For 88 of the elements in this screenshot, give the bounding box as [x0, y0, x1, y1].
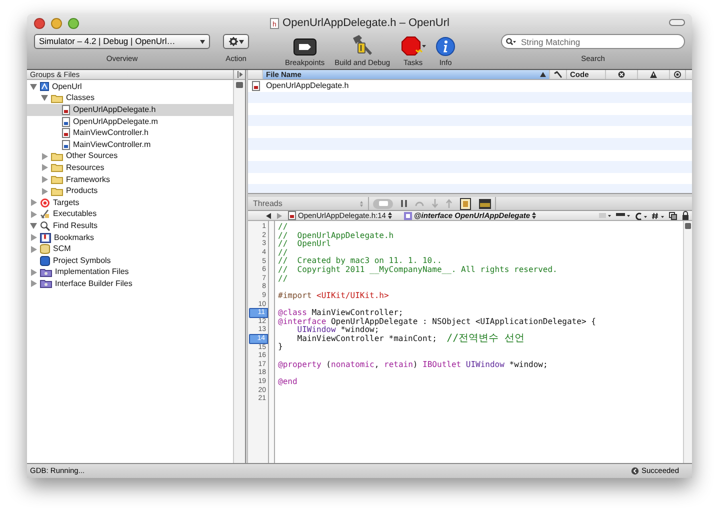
- counterparts-icon[interactable]: [669, 212, 677, 220]
- sort-arrow-icon: [540, 72, 546, 77]
- code-line: @class MainViewController;: [278, 308, 404, 317]
- source-file-icon: [62, 140, 70, 150]
- code-line: // Copyright 2011 __MyCompanyName__. All rights reserved.: [278, 266, 558, 275]
- header-file-icon: [62, 128, 70, 138]
- code-line: @interface OpenUrlAppDelegate : NSObject <UIApplicationDelegate> {: [278, 318, 596, 326]
- tree-item[interactable]: Frameworks: [27, 174, 233, 186]
- database-icon: [40, 244, 50, 254]
- tree-item[interactable]: Bookmarks: [27, 232, 233, 244]
- code-line: }: [278, 343, 283, 352]
- file-name-cell[interactable]: OpenUrlAppDelegate.h: [263, 80, 349, 92]
- caret-icon: [200, 40, 205, 44]
- code-line: @end: [278, 378, 298, 386]
- tree-item[interactable]: OpenUrl: [27, 81, 233, 93]
- tree-item[interactable]: OpenUrlAppDelegate.h: [27, 104, 233, 116]
- tree-item[interactable]: MainViewController.m: [27, 138, 233, 151]
- tree-item[interactable]: OpenUrlAppDelegate.m: [27, 116, 233, 128]
- tree-item[interactable]: Find Results: [27, 220, 233, 232]
- target-icon: [674, 71, 681, 78]
- back-arrow-icon[interactable]: [266, 212, 271, 218]
- scroll-bar-button[interactable]: [685, 223, 691, 229]
- code-line: @property (nonatomic, retain) IBOutlet UIWindow *window;: [278, 360, 548, 370]
- code-line: // OpenUrlAppDelegate.h: [278, 232, 394, 240]
- target-icon: [40, 198, 50, 208]
- toolbar-toggle-button[interactable]: [669, 19, 685, 26]
- caret-icon: [238, 40, 244, 44]
- warning-icon: [650, 71, 657, 78]
- tree-item[interactable]: Project Symbols: [27, 254, 233, 266]
- stepper-icon: [532, 212, 536, 219]
- code-line: // Created by mac3 on 11. 1. 10..: [278, 257, 442, 266]
- tree-item[interactable]: Executables: [27, 208, 233, 220]
- forward-arrow-icon[interactable]: [277, 212, 282, 218]
- minimize-button[interactable]: [51, 18, 62, 29]
- tree-item[interactable]: Interface Builder Files: [27, 278, 233, 290]
- tree-item[interactable]: Implementation Files: [27, 266, 233, 278]
- include-menu-icon[interactable]: [652, 212, 664, 220]
- code-line: //: [278, 248, 288, 257]
- tools-icon: [40, 209, 50, 220]
- header-file-icon: [62, 104, 70, 115]
- tree-item[interactable]: Targets: [27, 196, 233, 209]
- folder-icon: [51, 186, 63, 196]
- hammer-icon: [554, 71, 562, 78]
- info-icon: [436, 34, 456, 56]
- tree-item[interactable]: Resources: [27, 162, 233, 174]
- code-line: // OpenUrl: [278, 240, 331, 249]
- folder-icon: [51, 152, 63, 161]
- code-line: //: [278, 274, 288, 284]
- tree-item[interactable]: Classes: [27, 92, 233, 104]
- stepper-icon: [360, 200, 363, 206]
- stepper-icon: [388, 212, 392, 219]
- bookmark-menu-icon[interactable]: [599, 212, 611, 219]
- scroll-bar-button[interactable]: [236, 82, 243, 88]
- window-title: OpenUrlAppDelegate.h – OpenUrl: [282, 16, 450, 31]
- code-line: #import <UIKit/UIKit.h>: [278, 292, 389, 300]
- code-line: UIWindow *window;: [297, 326, 380, 334]
- stop-sign-icon: [400, 34, 426, 56]
- breakpoint-menu-icon[interactable]: [616, 212, 630, 219]
- project-icon: [40, 82, 49, 92]
- pause-icon[interactable]: [401, 200, 407, 207]
- folder-icon: [51, 175, 63, 184]
- tree-item[interactable]: SCM: [27, 243, 233, 255]
- folder-icon: [51, 163, 63, 172]
- class-menu-icon[interactable]: [635, 212, 647, 220]
- smart-folder-icon: [40, 268, 52, 277]
- tree-item[interactable]: Other Sources: [27, 150, 233, 162]
- lock-icon[interactable]: [682, 211, 689, 220]
- source-file-icon: [62, 116, 70, 127]
- scheme-popup[interactable]: Simulator – 4.2 | Debug | OpenUrl…: [34, 34, 210, 49]
- cube-icon: [40, 256, 50, 266]
- book-icon: [40, 232, 51, 243]
- search-field[interactable]: String Matching: [501, 34, 685, 49]
- console-icon[interactable]: [479, 198, 491, 208]
- search-icon: [506, 38, 516, 46]
- code-line: MainViewController *mainCont; //전역변수 선언: [296, 334, 525, 344]
- build-status-icon: [631, 467, 640, 475]
- gear-icon: [228, 37, 238, 46]
- code-line: //: [278, 223, 288, 232]
- threads-popup[interactable]: Threads: [253, 198, 282, 210]
- action-button[interactable]: [223, 34, 249, 49]
- smart-folder-icon: [40, 279, 52, 288]
- zoom-button[interactable]: [68, 18, 79, 29]
- debugger-icon[interactable]: [460, 198, 471, 210]
- tree-item[interactable]: Products: [27, 185, 233, 197]
- close-button[interactable]: [34, 18, 45, 29]
- search-icon: [40, 220, 50, 231]
- error-icon: [618, 71, 625, 78]
- tree-item[interactable]: MainViewController.h: [27, 127, 233, 139]
